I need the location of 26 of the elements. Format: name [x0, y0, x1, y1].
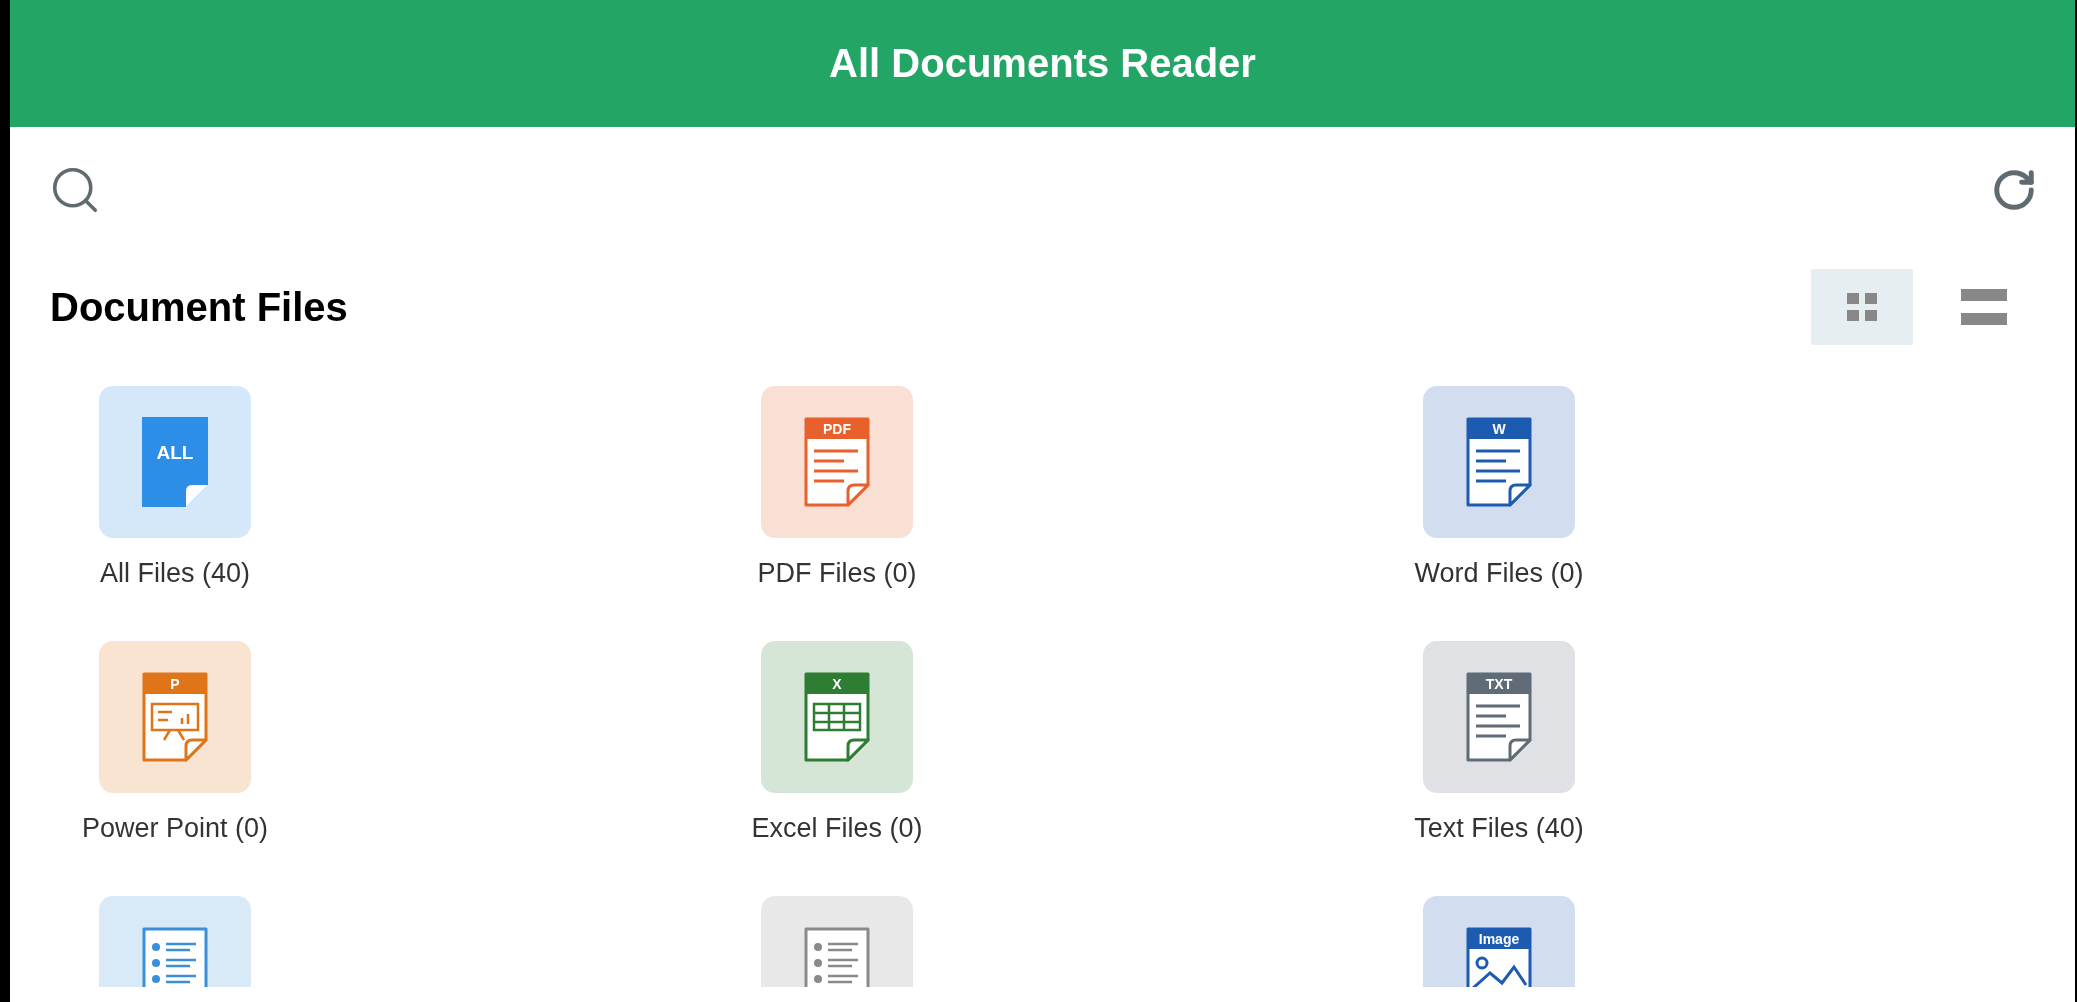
- category-label: Power Point (0): [81, 813, 269, 844]
- category-tile[interactable]: ALL: [99, 386, 251, 538]
- category-tile[interactable]: PDF: [761, 386, 913, 538]
- document-icon: W: [1466, 417, 1532, 507]
- category-tile[interactable]: P: [99, 641, 251, 793]
- document-icon: ALL: [142, 417, 208, 507]
- category-tile[interactable]: Image: [1423, 896, 1575, 987]
- category-tile[interactable]: X: [761, 641, 913, 793]
- document-icon: TXT: [1466, 672, 1532, 762]
- view-toggle[interactable]: [1811, 269, 1913, 345]
- section-title: Document Files: [50, 284, 348, 330]
- category-label: Excel Files (0): [751, 813, 923, 844]
- document-icon: P: [142, 672, 208, 762]
- app-title: All Documents Reader: [829, 41, 1256, 86]
- category-tile[interactable]: TXT: [1423, 641, 1575, 793]
- document-icon: X: [804, 672, 870, 762]
- category-label: Word Files (0): [1414, 558, 1584, 589]
- document-icon: PDF: [804, 417, 870, 507]
- category-label: Text Files (40): [1414, 813, 1584, 844]
- grid-view-icon: [1847, 293, 1877, 321]
- category-label: PDF Files (0): [757, 558, 917, 589]
- list-view-icon: [1961, 289, 2007, 325]
- category-label: All Files (40): [100, 558, 250, 589]
- category-tile[interactable]: W: [1423, 386, 1575, 538]
- refresh-button[interactable]: [1991, 167, 2037, 213]
- document-icon: Image: [1466, 927, 1532, 987]
